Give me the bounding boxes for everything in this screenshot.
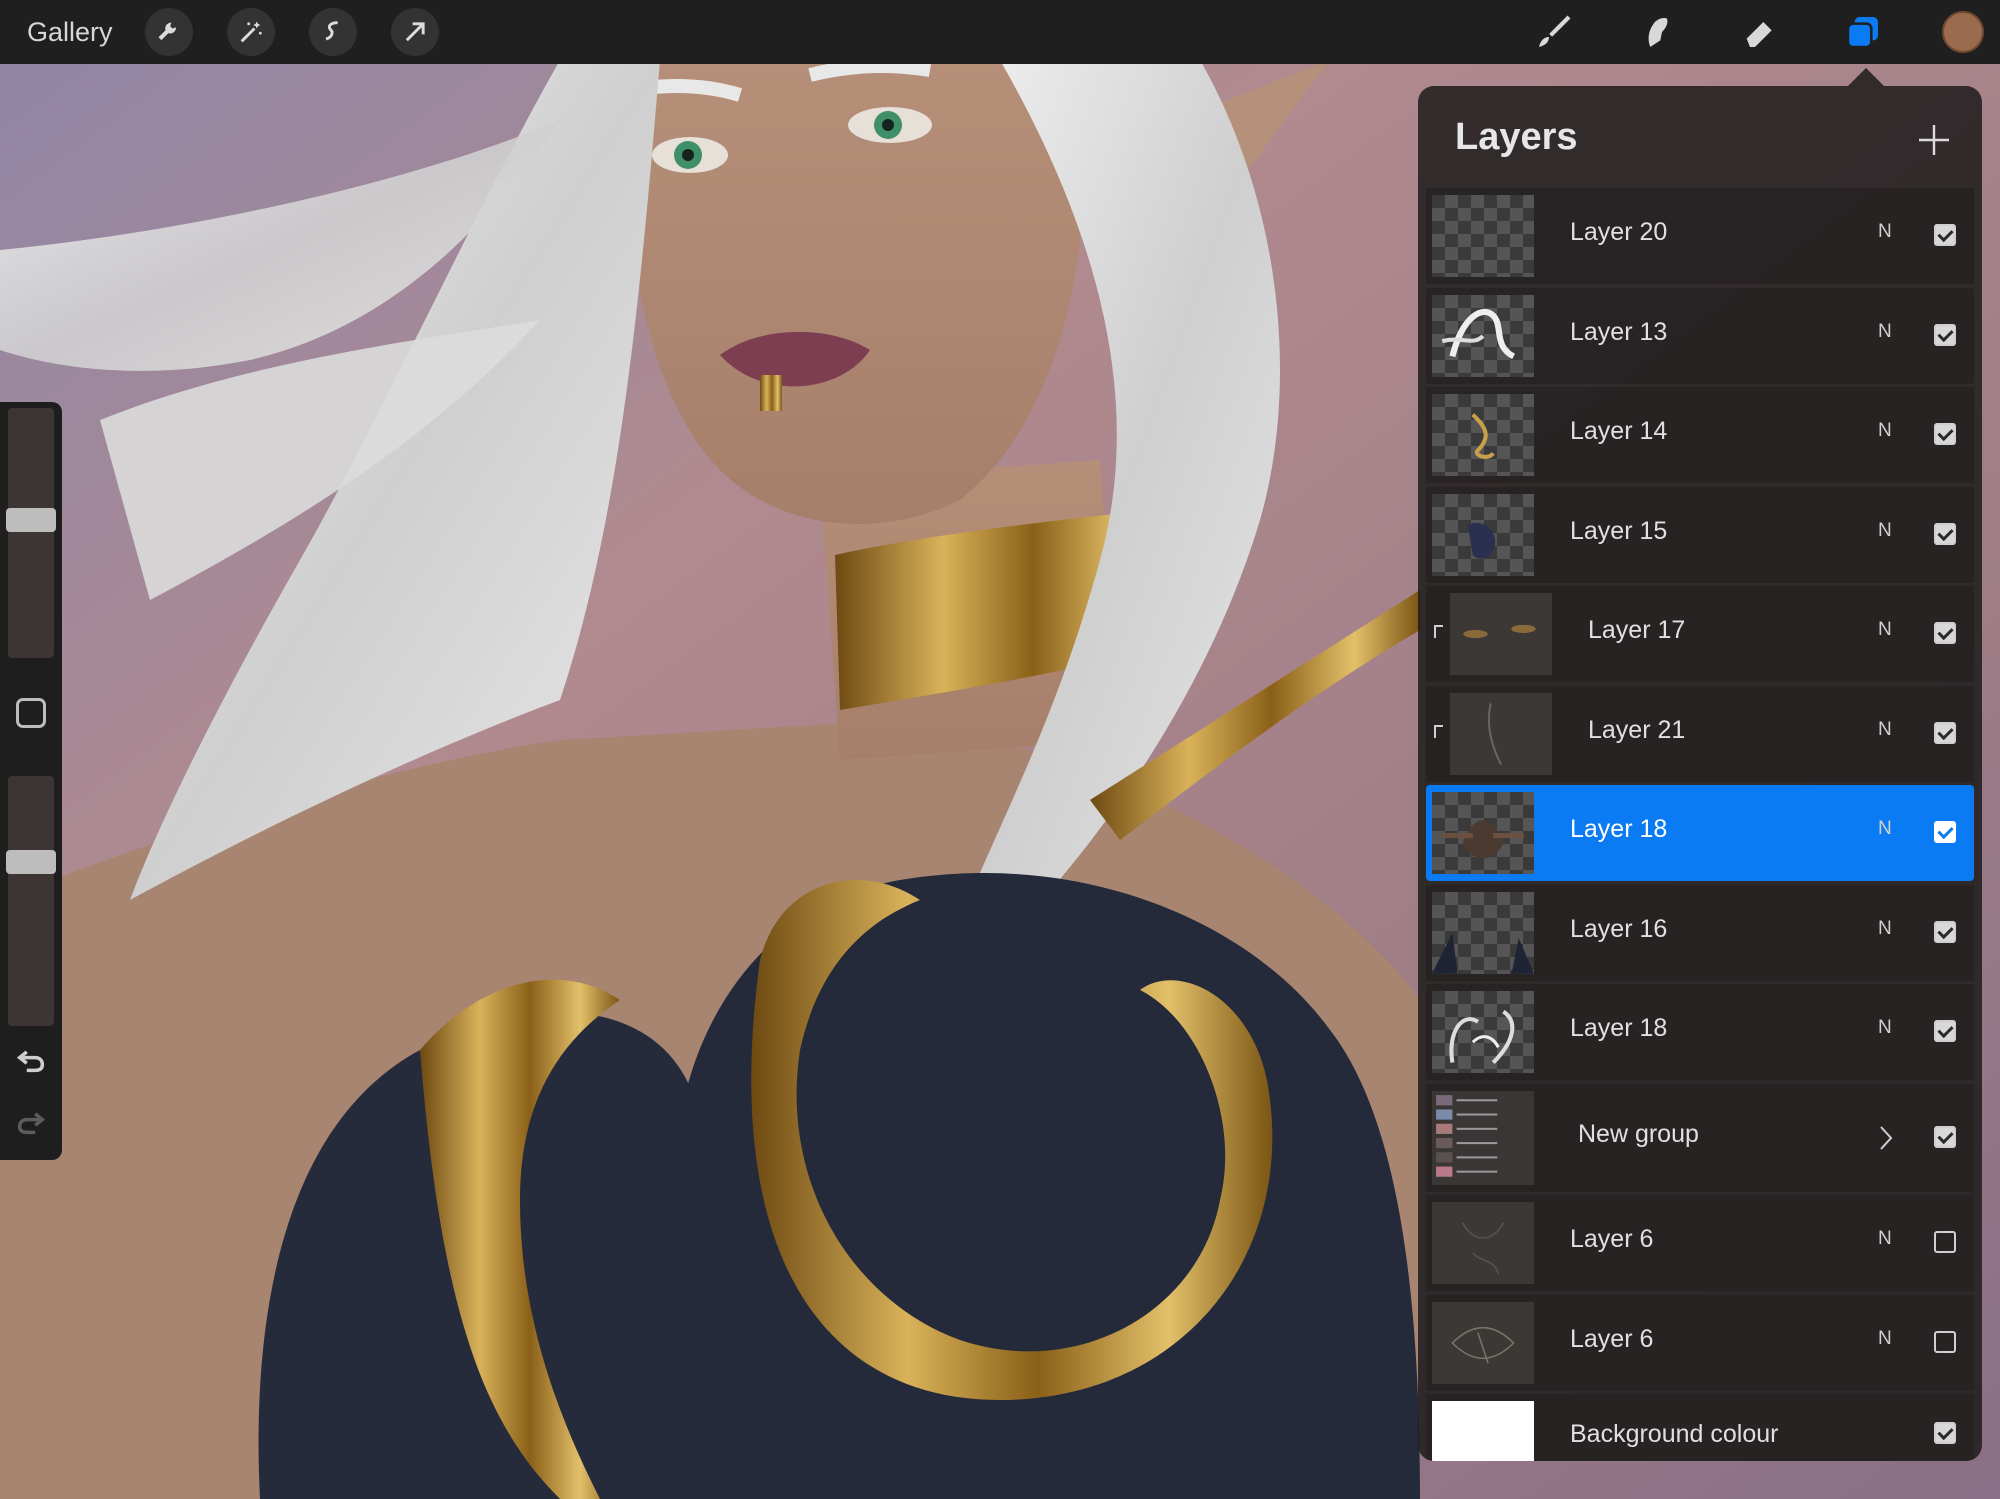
layer-row[interactable]: Layer 6 N	[1426, 1195, 1974, 1291]
blend-mode-button[interactable]: N	[1878, 221, 1892, 243]
layer-list: Layer 20 N Layer 13 N Layer 14 N Layer 1…	[1426, 188, 1974, 1461]
blend-mode-button[interactable]: N	[1878, 1328, 1892, 1350]
visibility-checkbox[interactable]	[1934, 1125, 1956, 1148]
visibility-checkbox[interactable]	[1934, 1422, 1956, 1444]
layer-thumbnail	[1432, 195, 1534, 277]
layer-thumbnail	[1432, 792, 1534, 874]
actions-button[interactable]	[145, 8, 193, 56]
redo-icon[interactable]	[14, 1104, 48, 1138]
opacity-slider[interactable]	[6, 776, 56, 1026]
blend-mode-button[interactable]: N	[1878, 818, 1892, 840]
visibility-checkbox[interactable]	[1934, 1231, 1956, 1253]
wrench-icon	[158, 22, 177, 41]
layer-name: Layer 17	[1588, 616, 1686, 644]
layer-name: Layer 16	[1570, 914, 1668, 943]
layer-name: Layer 18	[1570, 1014, 1668, 1042]
group-row[interactable]: New group	[1426, 1083, 1974, 1192]
layer-name: Layer 21	[1588, 715, 1686, 744]
visibility-checkbox[interactable]	[1934, 323, 1956, 346]
magic-wand-icon	[240, 21, 262, 43]
blend-mode-button[interactable]: N	[1878, 420, 1892, 442]
brush-tool-button[interactable]	[1530, 8, 1578, 56]
blend-mode-button[interactable]: N	[1878, 619, 1892, 641]
group-name: New group	[1578, 1119, 1699, 1148]
group-thumbnail	[1432, 1090, 1534, 1185]
opacity-knob[interactable]	[6, 850, 56, 874]
layer-thumbnail	[1450, 692, 1552, 775]
visibility-checkbox[interactable]	[1934, 821, 1956, 843]
chevron-right-icon[interactable]	[1876, 1124, 1896, 1152]
layer-name: Layer 14	[1570, 417, 1668, 445]
layer-thumbnail	[1432, 1301, 1534, 1384]
visibility-checkbox[interactable]	[1934, 721, 1956, 744]
color-picker-button[interactable]	[1942, 11, 1984, 53]
layer-thumbnail	[1450, 593, 1552, 675]
layer-row[interactable]: Layer 21 N	[1426, 685, 1974, 782]
visibility-checkbox[interactable]	[1934, 920, 1956, 943]
layer-name: Layer 6	[1570, 1225, 1654, 1253]
layer-name: Layer 6	[1570, 1324, 1654, 1353]
layer-name: Layer 15	[1570, 516, 1668, 545]
brush-size-slider[interactable]	[6, 408, 56, 658]
visibility-checkbox[interactable]	[1934, 622, 1956, 644]
layer-row[interactable]: Layer 16 N	[1426, 884, 1974, 981]
layer-row-selected[interactable]: Layer 18 N	[1426, 785, 1974, 881]
gallery-button[interactable]: Gallery	[27, 17, 145, 48]
blend-mode-button[interactable]: N	[1878, 1017, 1892, 1039]
left-sidebar	[0, 402, 62, 1160]
layer-thumbnail	[1432, 294, 1534, 377]
layer-row[interactable]: Layer 18 N	[1426, 984, 1974, 1080]
transform-button[interactable]	[391, 8, 439, 56]
clipping-mask-icon	[1434, 724, 1443, 738]
background-colour-row[interactable]: Background colour	[1426, 1394, 1974, 1461]
visibility-checkbox[interactable]	[1934, 423, 1956, 445]
panel-pointer	[1848, 68, 1884, 86]
brush-icon	[1539, 15, 1571, 47]
blend-mode-button[interactable]: N	[1878, 918, 1892, 940]
undo-icon[interactable]	[14, 1042, 48, 1076]
layer-name: Layer 20	[1570, 218, 1668, 246]
visibility-checkbox[interactable]	[1934, 1020, 1956, 1042]
layer-row[interactable]: Layer 6 N	[1426, 1294, 1974, 1391]
modify-button[interactable]	[16, 698, 46, 728]
blend-mode-button[interactable]: N	[1878, 719, 1892, 741]
layer-row[interactable]: Layer 15 N	[1426, 486, 1974, 583]
layer-name: Background colour	[1570, 1420, 1779, 1448]
eraser-icon	[1746, 22, 1772, 47]
layers-icon	[1846, 17, 1878, 49]
layers-tool-button[interactable]	[1839, 8, 1887, 56]
top-toolbar: Gallery	[0, 0, 2000, 64]
layer-row[interactable]: Layer 17 N	[1426, 586, 1974, 682]
layer-thumbnail	[1432, 991, 1534, 1073]
visibility-checkbox[interactable]	[1934, 1330, 1956, 1353]
layers-title: Layers	[1455, 116, 1578, 158]
layer-name: Layer 18	[1570, 815, 1668, 843]
selection-icon	[325, 21, 338, 41]
brush-size-knob[interactable]	[6, 508, 56, 532]
smudge-icon	[1648, 18, 1668, 47]
layer-row[interactable]: Layer 14 N	[1426, 387, 1974, 483]
visibility-checkbox[interactable]	[1934, 522, 1956, 545]
visibility-checkbox[interactable]	[1934, 224, 1956, 246]
eraser-tool-button[interactable]	[1736, 8, 1784, 56]
transform-arrow-icon	[405, 22, 425, 42]
layer-thumbnail	[1432, 493, 1534, 576]
blend-mode-button[interactable]: N	[1878, 321, 1892, 343]
plus-icon[interactable]	[1916, 122, 1952, 158]
layers-panel: Layers Layer 20 N Layer 13 N Layer 14 N	[1418, 86, 1982, 1461]
blend-mode-button[interactable]: N	[1878, 520, 1892, 542]
layer-thumbnail	[1432, 1202, 1534, 1284]
layer-thumbnail	[1432, 891, 1534, 974]
layer-row[interactable]: Layer 20 N	[1426, 188, 1974, 284]
layer-name: Layer 13	[1570, 317, 1668, 346]
clipping-mask-icon	[1434, 625, 1443, 638]
selection-button[interactable]	[309, 8, 357, 56]
smudge-tool-button[interactable]	[1633, 8, 1681, 56]
layer-row[interactable]: Layer 13 N	[1426, 287, 1974, 384]
layer-thumbnail	[1432, 394, 1534, 476]
adjustments-button[interactable]	[227, 8, 275, 56]
background-thumbnail	[1432, 1401, 1534, 1461]
blend-mode-button[interactable]: N	[1878, 1228, 1892, 1250]
